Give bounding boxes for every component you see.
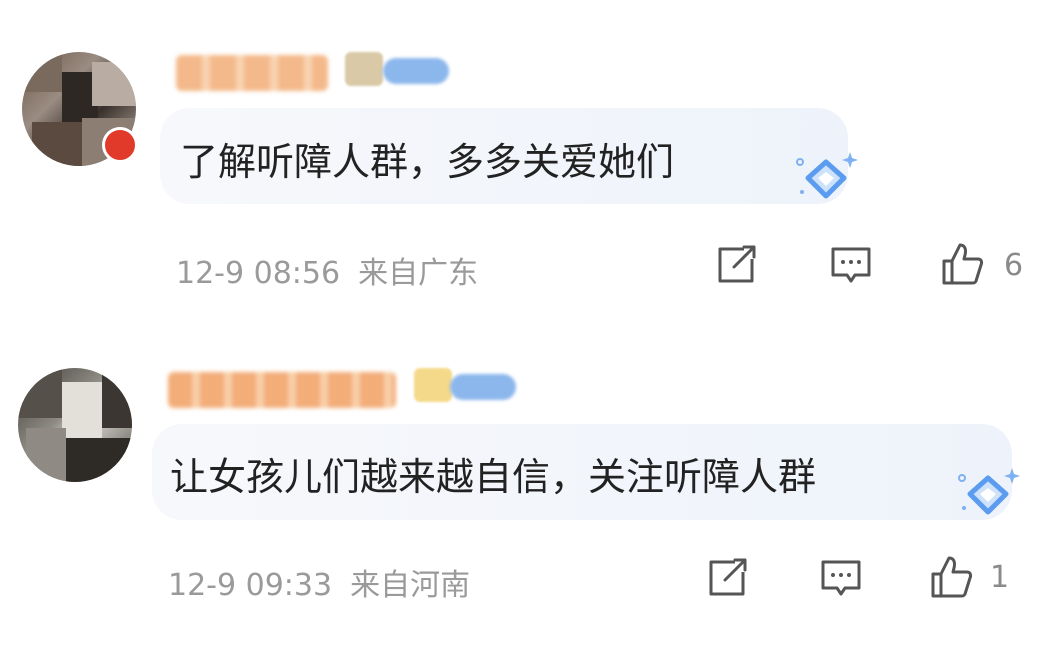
share-icon[interactable] <box>714 243 758 287</box>
comment-icon[interactable] <box>819 556 863 600</box>
diamond-sticker-icon <box>958 468 1020 515</box>
comment-item: 了解听障人群，多多关爱她们 12-9 08:56 来自广东 6 <box>0 0 1051 320</box>
comment-text: 了解听障人群，多多关爱她们 <box>180 140 675 184</box>
username-blurred[interactable] <box>176 55 328 91</box>
verified-badge-icon <box>102 127 138 163</box>
username-blurred[interactable] <box>168 372 396 408</box>
like-count: 6 <box>1004 248 1024 283</box>
crown-icon <box>414 368 452 402</box>
location: 来自河南 <box>350 568 471 603</box>
thumbs-up-icon[interactable] <box>929 554 973 598</box>
diamond-sticker-icon <box>796 152 858 199</box>
avatar[interactable] <box>18 368 132 482</box>
timestamp: 12-9 08:56 <box>176 256 341 291</box>
like-count: 1 <box>990 560 1010 595</box>
thumbs-up-icon[interactable] <box>940 241 984 285</box>
share-icon[interactable] <box>705 556 749 600</box>
comment-item: 让女孩儿们越来越自信，关注听障人群 12-9 09:33 来自河南 1 <box>0 320 1051 651</box>
level-badge <box>383 58 449 84</box>
comment-meta: 12-9 08:56 来自广东 <box>176 248 478 292</box>
timestamp: 12-9 09:33 <box>168 568 333 603</box>
location: 来自广东 <box>358 256 479 291</box>
crown-icon <box>345 52 383 86</box>
comment-meta: 12-9 09:33 来自河南 <box>168 560 470 604</box>
comment-icon[interactable] <box>829 243 873 287</box>
level-badge <box>450 374 516 400</box>
comment-text: 让女孩儿们越来越自信，关注听障人群 <box>170 455 817 499</box>
